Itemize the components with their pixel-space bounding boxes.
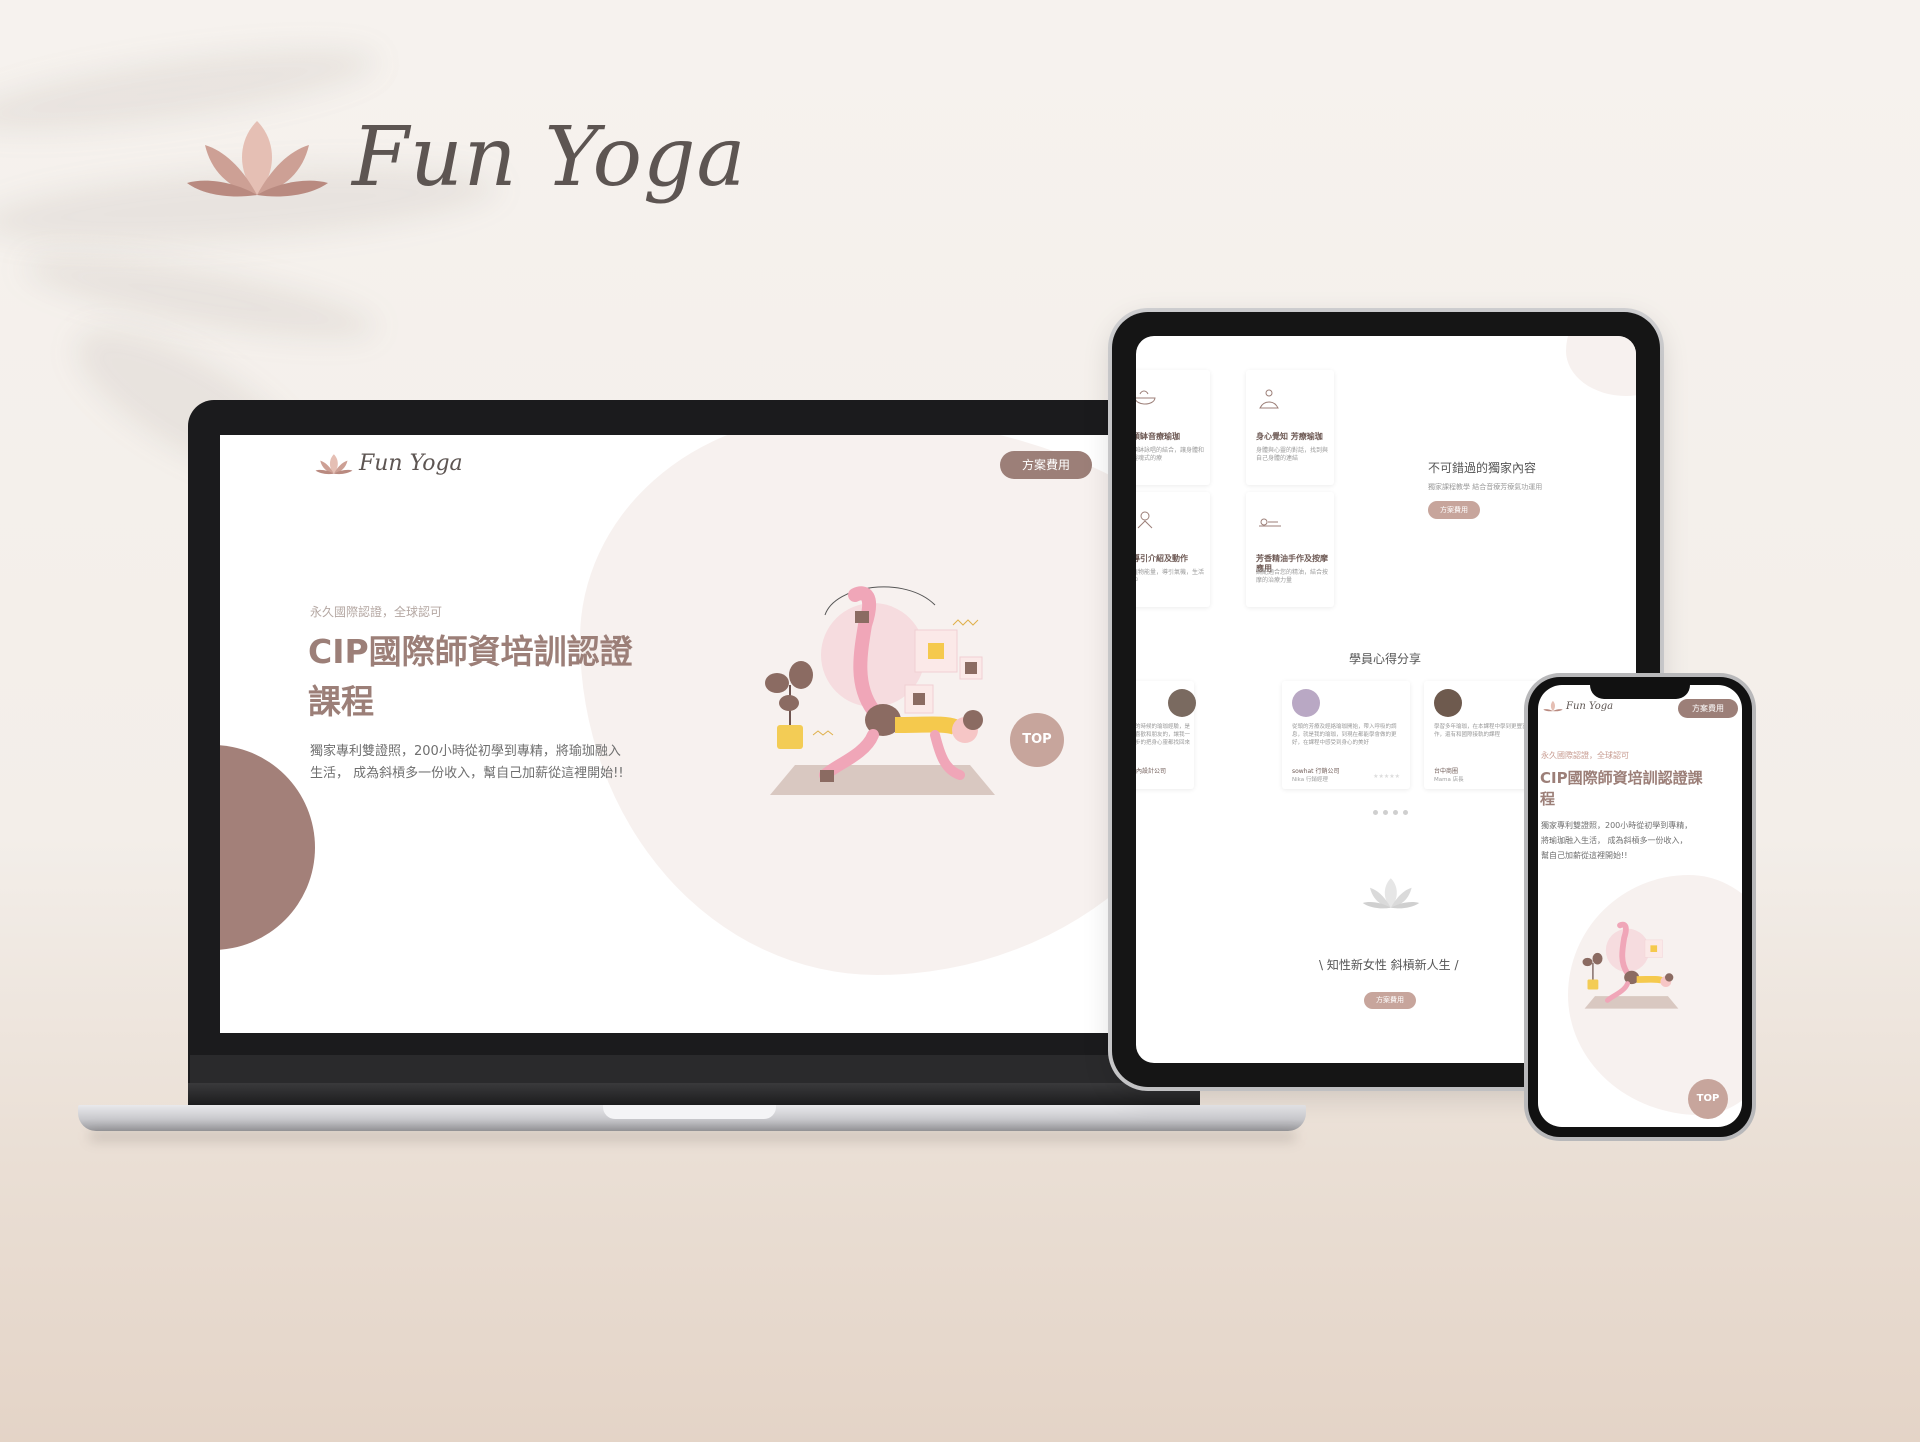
laptop-notch <box>603 1105 776 1119</box>
hero-title-line2: 課程 <box>308 682 374 721</box>
carousel-dots[interactable] <box>1373 810 1408 815</box>
feature-title: 身心覺知 芳療瑜珈 <box>1256 432 1323 441</box>
feature-title: 頌缽音療瑜珈 <box>1136 432 1180 441</box>
brand-name: Fun Yoga <box>352 110 747 205</box>
massage-icon <box>1259 518 1281 527</box>
avatar <box>1434 689 1462 717</box>
review-name: 台中商圈 <box>1434 768 1459 775</box>
bowl-icon <box>1136 390 1156 405</box>
phone-top-button[interactable]: TOP <box>1688 1079 1728 1119</box>
exclusive-pricing-button[interactable]: 方案費用 <box>1428 501 1480 519</box>
bottom-pricing-button[interactable]: 方案費用 <box>1364 992 1416 1009</box>
lotus-icon <box>315 453 353 474</box>
lotus-icon <box>1362 878 1420 909</box>
review-text: 過去的時候的瑜珈經驗，是我最喜歡和朋友的，讓我一步一步的把身心靈都找回來 <box>1136 724 1191 746</box>
avatar <box>1292 689 1320 717</box>
review-card: 過去的時候的瑜珈經驗，是我最喜歡和朋友的，讓我一步一步的把身心靈都找回來 海大內… <box>1136 681 1196 789</box>
meditation-icon <box>1259 389 1279 409</box>
phone-hero-subtitle: 永久國際認證，全球認可 <box>1541 751 1629 760</box>
lotus-icon <box>1543 700 1563 712</box>
carousel-dot[interactable] <box>1383 810 1388 815</box>
pricing-button[interactable]: 方案費用 <box>1000 451 1092 479</box>
phone-hero-title-line1: CIP國際師資培訓認證課 <box>1540 769 1703 787</box>
reviews-title: 學員心得分享 <box>1349 652 1422 666</box>
feature-card: 芳香精油手作及按摩應用 調配適合您的精油，結合按摩的治療力量 <box>1246 492 1334 607</box>
carousel-dot[interactable] <box>1393 810 1398 815</box>
laptop-hinge <box>188 1083 1200 1107</box>
rating-stars: ★★★★★ <box>1373 773 1400 780</box>
hero-circle <box>220 745 315 950</box>
avatar <box>1168 689 1196 717</box>
lotus-icon <box>187 120 328 196</box>
hero-desc-line1: 獨家專利雙證照，200小時從初學到專精，將瑜珈融入 <box>310 744 621 759</box>
review-role: Mama 店長 <box>1434 777 1464 783</box>
review-name: 海大內設計公司 <box>1136 768 1167 775</box>
phone-notch <box>1590 677 1690 699</box>
feature-desc: 調配適合您的精油，結合按摩的治療力量 <box>1256 569 1329 584</box>
review-card: 從頭的芳療及經絡瑜珈開始，帶入呼吸的調息，就是我的瑜珈，到現在都能學會做的更好，… <box>1282 681 1410 789</box>
exclusive-desc: 獨家課程教學 結合音療芳療氣功運用 <box>1428 483 1543 491</box>
hero-title-line1: CIP國際師資培訓認證 <box>308 632 633 671</box>
phone-nav-logo[interactable]: Fun Yoga <box>1543 700 1613 712</box>
review-name: sowhat 行銷公司 <box>1292 768 1340 775</box>
feature-desc: 身體與心靈的對話，找到與自己身體的連結 <box>1256 447 1329 462</box>
phone-logo-text: Fun Yoga <box>1566 700 1614 712</box>
feature-desc: 頌缽詠唱的結合，讓身體和靈魂式的療 <box>1136 447 1205 462</box>
yoga-pose-icon <box>1137 511 1153 529</box>
carousel-dot[interactable] <box>1403 810 1408 815</box>
laptop-shadow <box>90 1131 1295 1141</box>
laptop-chin <box>190 1055 1200 1083</box>
nav-logo[interactable]: Fun Yoga <box>315 451 463 476</box>
laptop-screen: Fun Yoga 方案費用 永久國際認證，全球認可 CIP國際師資培訓認證 課程… <box>220 435 1175 1033</box>
phone-pricing-button[interactable]: 方案費用 <box>1678 699 1738 718</box>
phone-hero-desc-line3: 幫自己加薪從這裡開始!! <box>1541 851 1628 860</box>
phone-hero-title-line2: 程 <box>1540 790 1556 808</box>
carousel-dot[interactable] <box>1373 810 1378 815</box>
review-text: 從頭的芳療及經絡瑜珈開始，帶入呼吸的調息，就是我的瑜珈，到現在都能學會做的更好，… <box>1292 724 1397 746</box>
yoga-illustration <box>1582 921 1679 1009</box>
brand-logo: Fun Yoga <box>185 110 746 205</box>
feature-card: 頌缽音療瑜珈 頌缽詠唱的結合，讓身體和靈魂式的療 <box>1136 370 1210 485</box>
feature-desc: 植物能量，導引氣機，生活中 <box>1136 569 1205 584</box>
review-role: Nika 行銷經理 <box>1292 777 1328 783</box>
tablet-blob <box>1566 336 1636 396</box>
top-button[interactable]: TOP <box>1010 713 1064 767</box>
feature-title: 導引介紹及動作 <box>1136 554 1188 563</box>
feature-card: 導引介紹及動作 植物能量，導引氣機，生活中 <box>1136 492 1210 607</box>
yoga-illustration <box>765 586 995 795</box>
phone-hero-desc-line2: 將瑜珈融入生活， 成為斜槓多一份收入， <box>1541 836 1688 845</box>
phone-screen: Fun Yoga 方案費用 永久國際認證，全球認可 CIP國際師資培訓認證課 程… <box>1538 685 1742 1127</box>
hero-subtitle: 永久國際認證，全球認可 <box>310 605 443 619</box>
background-shadow <box>17 239 383 356</box>
exclusive-title: 不可錯過的獨家內容 <box>1428 461 1537 475</box>
hero-desc-line2: 生活， 成為斜槓多一份收入，幫自己加薪從這裡開始!! <box>310 766 624 781</box>
phone-hero-desc-line1: 獨家專利雙證照，200小時從初學到專精， <box>1541 821 1693 830</box>
feature-card: 身心覺知 芳療瑜珈 身體與心靈的對話，找到與自己身體的連結 <box>1246 370 1334 485</box>
nav-logo-text: Fun Yoga <box>359 451 463 476</box>
slogan: \ 知性新女性 斜槓新人生 / <box>1319 958 1459 972</box>
